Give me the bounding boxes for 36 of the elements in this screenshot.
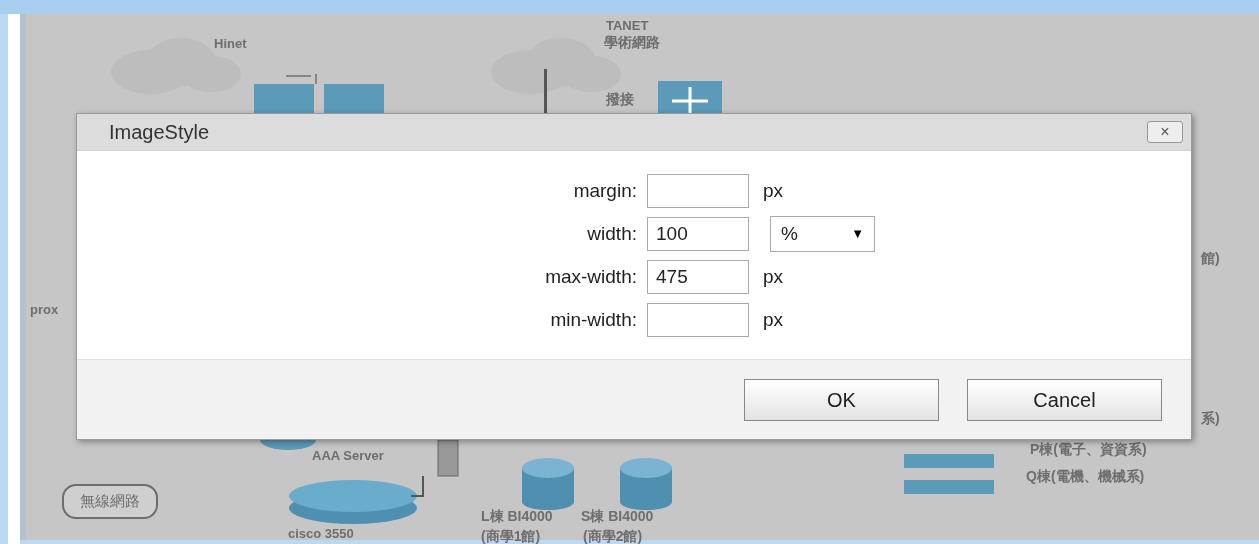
- unit-label: px: [763, 307, 784, 332]
- diagram-label: Q棟(電機、機械系): [1026, 467, 1145, 486]
- dropdown-value: %: [781, 221, 798, 246]
- diagram-label: AAA Server: [312, 447, 384, 465]
- diagram-label: Hinet: [214, 35, 247, 53]
- unit-label: px: [763, 178, 784, 203]
- field-label: max-width:: [544, 264, 638, 289]
- diagram-label: TANET: [606, 17, 649, 35]
- diagram-label: 撥接: [606, 90, 634, 109]
- input-field[interactable]: 475: [647, 260, 749, 294]
- field-label: width:: [586, 221, 638, 246]
- diagram-label: prox: [30, 301, 59, 319]
- diagram-label: S棟 BI4000: [581, 507, 654, 526]
- dialog-title: ImageStyle: [109, 120, 210, 145]
- unit-label: px: [763, 264, 784, 289]
- input-field[interactable]: 100: [647, 217, 749, 251]
- diagram-label: 館): [1201, 249, 1220, 268]
- caret-icon: ▼: [851, 224, 864, 244]
- ok-button[interactable]: OK: [744, 378, 939, 421]
- diagram-label: 系): [1201, 409, 1220, 428]
- cloud-label: 無線網路: [62, 484, 158, 519]
- input-field[interactable]: [647, 303, 749, 337]
- input-field[interactable]: [647, 174, 749, 208]
- diagram-label: (商學2館): [583, 527, 643, 544]
- unit-dropdown[interactable]: % ▼: [770, 216, 875, 252]
- diagram-label: cisco 3550: [288, 525, 354, 543]
- field-label: margin:: [572, 178, 638, 203]
- router-icon: [520, 456, 576, 512]
- diagram-label: P棟(電子、資資系): [1030, 440, 1147, 459]
- diagram-label: 學術網路: [604, 33, 660, 52]
- diagram-label: L棟 BI4000: [481, 507, 553, 526]
- cancel-button[interactable]: Cancel: [967, 378, 1162, 421]
- diagram-label: (商學1館): [481, 527, 541, 544]
- field-label: min-width:: [549, 307, 638, 332]
- router-icon: [618, 456, 674, 512]
- close-button[interactable]: ×: [1147, 121, 1183, 143]
